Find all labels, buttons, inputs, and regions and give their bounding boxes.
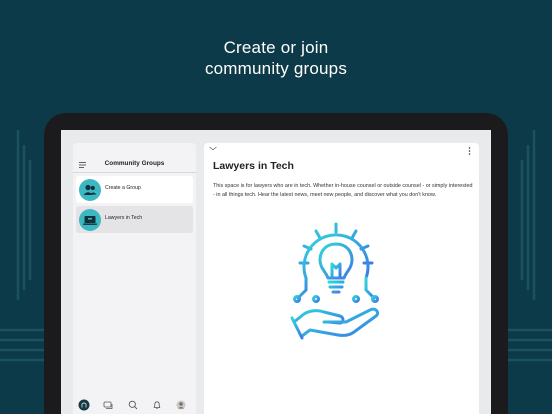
more-options-icon[interactable] bbox=[468, 147, 471, 155]
home-icon[interactable] bbox=[77, 398, 91, 412]
list-item-lawyers-in-tech[interactable]: Lawyers in Tech bbox=[76, 206, 193, 233]
bell-icon[interactable] bbox=[150, 398, 164, 412]
bottom-tab-bar bbox=[73, 396, 196, 414]
app-screen: Community Groups Create a Group Lawyers … bbox=[61, 130, 491, 414]
group-detail-panel: Lawyers in Tech This space is for lawyer… bbox=[204, 143, 479, 414]
promo-headline: Create or join community groups bbox=[0, 37, 552, 79]
sidebar: Community Groups Create a Group Lawyers … bbox=[73, 143, 196, 414]
list-item-create-group[interactable]: Create a Group bbox=[76, 176, 193, 203]
chevron-down-icon[interactable] bbox=[209, 146, 217, 151]
laptop-gavel-icon bbox=[79, 208, 101, 231]
people-icon bbox=[79, 178, 101, 201]
sidebar-divider bbox=[73, 172, 196, 173]
headline-line-1: Create or join bbox=[223, 38, 329, 57]
chat-icon[interactable] bbox=[101, 398, 115, 412]
group-description: This space is for lawyers who are in tec… bbox=[213, 183, 473, 199]
page-title: Lawyers in Tech bbox=[213, 160, 294, 172]
sidebar-title: Community Groups bbox=[104, 160, 165, 167]
list-item-label: Lawyers in Tech bbox=[105, 215, 143, 221]
headline-line-2: community groups bbox=[204, 59, 348, 78]
lightbulb-gear-hand-icon bbox=[290, 222, 380, 340]
list-item-label: Create a Group bbox=[105, 185, 141, 191]
sidebar-header: Community Groups bbox=[73, 159, 196, 173]
search-icon[interactable] bbox=[126, 398, 140, 412]
profile-avatar[interactable] bbox=[174, 398, 188, 412]
